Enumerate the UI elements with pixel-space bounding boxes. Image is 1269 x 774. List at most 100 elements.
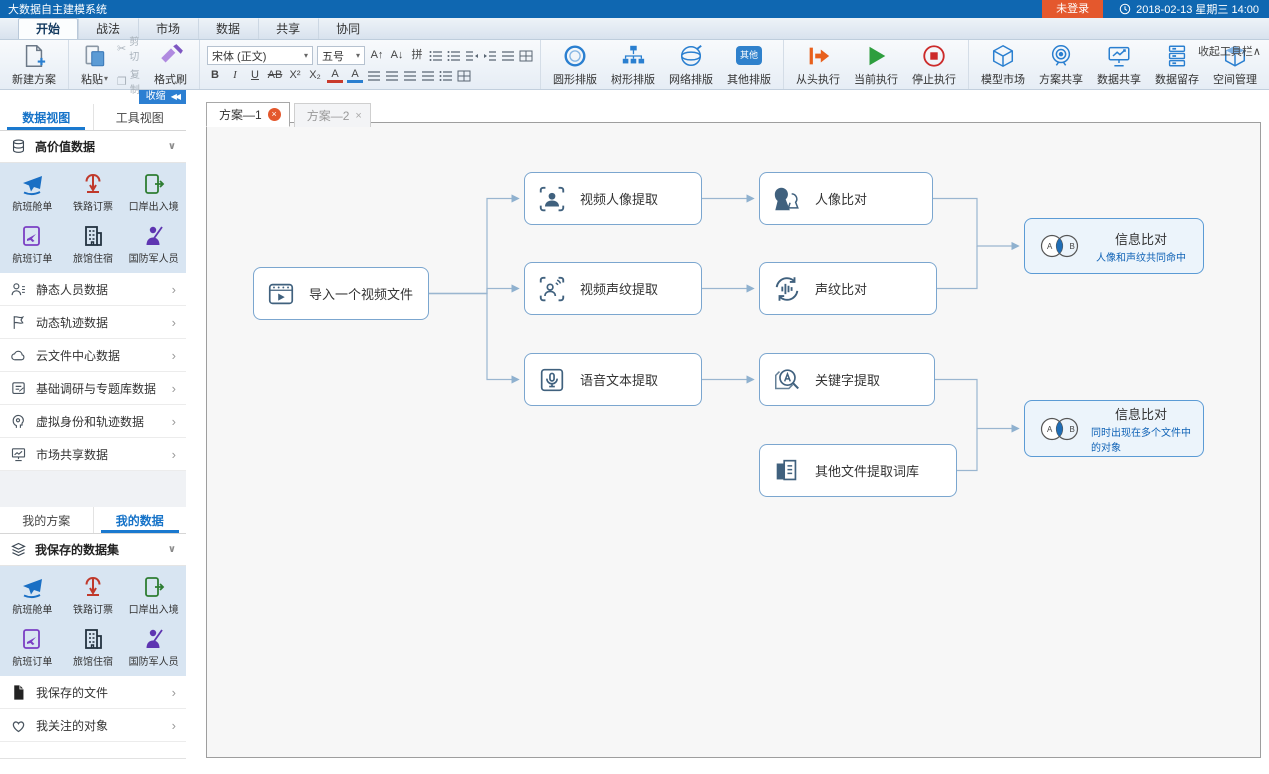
ribbon-tab-collab[interactable]: 协同: [318, 18, 378, 39]
node-face-compare[interactable]: 人像比对: [759, 172, 933, 225]
subscript-button[interactable]: X₂: [307, 68, 323, 83]
font-color-button[interactable]: A: [327, 68, 343, 83]
other-layout-button[interactable]: 其他 其他排版: [722, 42, 776, 88]
new-plan-button[interactable]: 新建方案: [7, 42, 61, 88]
section-high-value-data[interactable]: 高价值数据 ∨: [0, 131, 186, 163]
node-face-extract[interactable]: 视频人像提取: [524, 172, 702, 225]
node-other-files-lexicon[interactable]: 其他文件提取词库: [759, 444, 957, 497]
saved-dataset-grid: 航班舱单 铁路订票 口岸出入境 航班订单 旅馆住宿 国防军人员: [0, 566, 186, 676]
run-current-button[interactable]: 当前执行: [849, 42, 903, 88]
my-followed-objects[interactable]: 我关注的对象 ›: [0, 709, 186, 742]
italic-button[interactable]: I: [227, 68, 243, 83]
node-info-compare-files[interactable]: A B 信息比对 同时出现在多个文件中的对象: [1024, 400, 1204, 457]
justify-icon[interactable]: [421, 70, 435, 82]
sidebar-collapse-button[interactable]: 收缩 ◀◀: [139, 90, 186, 104]
tab-data-view[interactable]: 数据视图: [0, 104, 93, 130]
dataset-flight-manifest[interactable]: 航班舱单: [2, 166, 63, 218]
decrease-indent-icon[interactable]: [465, 50, 479, 62]
network-layout-button[interactable]: 网络排版: [664, 42, 718, 88]
tab-tool-view[interactable]: 工具视图: [93, 104, 187, 130]
saved-flight-order[interactable]: 航班订单: [2, 621, 63, 673]
bold-button[interactable]: B: [207, 68, 223, 83]
run-from-start-button[interactable]: 从头执行: [791, 42, 845, 88]
login-status-badge[interactable]: 未登录: [1042, 0, 1103, 18]
saved-hotel-stay[interactable]: 旅馆住宿: [63, 621, 124, 673]
dataset-border-entry[interactable]: 口岸出入境: [123, 166, 184, 218]
saved-rail-ticket[interactable]: 铁路订票: [63, 569, 124, 621]
category-research-data[interactable]: 基础调研与专题库数据 ›: [0, 372, 186, 405]
circle-layout-button[interactable]: 圆形排版: [548, 42, 602, 88]
node-keyword-extract[interactable]: 关键字提取: [759, 353, 935, 406]
cloud-icon: [10, 347, 27, 364]
underline-button[interactable]: U: [247, 68, 263, 83]
collapse-toolbar-button[interactable]: 收起工具栏∧: [1198, 43, 1261, 59]
sort-icon[interactable]: [501, 50, 515, 62]
align-left-icon[interactable]: [367, 70, 381, 82]
increase-indent-icon[interactable]: [483, 50, 497, 62]
paste-button[interactable]: 粘贴▾: [76, 42, 113, 88]
strikethrough-button[interactable]: AB: [267, 68, 283, 83]
plan-share-button[interactable]: 方案共享: [1034, 42, 1088, 88]
category-cloud-file-data[interactable]: 云文件中心数据 ›: [0, 339, 186, 372]
ribbon-tab-bar: 开始 战法 市场 数据 共享 协同: [0, 18, 1269, 40]
shading-color-button[interactable]: A: [347, 68, 363, 83]
ribbon-tab-data[interactable]: 数据: [198, 18, 258, 39]
format-painter-button[interactable]: 格式刷: [149, 42, 192, 88]
section-saved-datasets[interactable]: 我保存的数据集 ∨: [0, 534, 186, 566]
saved-flight-manifest[interactable]: 航班舱单: [2, 569, 63, 621]
superscript-button[interactable]: X²: [287, 68, 303, 83]
svg-text:A: A: [1047, 242, 1053, 251]
line-spacing-icon[interactable]: [439, 70, 453, 82]
dataset-hotel-stay[interactable]: 旅馆住宿: [63, 218, 124, 270]
bullet-list-icon[interactable]: [429, 50, 443, 62]
caret-down-icon: ▾: [104, 74, 108, 83]
align-right-icon[interactable]: [403, 70, 417, 82]
ribbon-tab-start[interactable]: 开始: [18, 18, 78, 39]
grow-font-button[interactable]: A↑: [369, 48, 385, 63]
numbered-list-icon[interactable]: [447, 50, 461, 62]
passport-icon: [142, 575, 166, 599]
tab-my-data[interactable]: 我的数据: [93, 507, 187, 533]
node-speech-text[interactable]: 语音文本提取: [524, 353, 702, 406]
node-voice-extract[interactable]: 视频声纹提取: [524, 262, 702, 315]
soldier-icon: [142, 627, 166, 651]
data-retention-button[interactable]: 数据留存: [1150, 42, 1204, 88]
close-tab-icon[interactable]: ×: [355, 110, 361, 122]
flow-canvas[interactable]: 导入一个视频文件 视频人像提取 人像比对 视频声纹提取 声纹比对 语音文本提取 …: [206, 122, 1261, 758]
stop-exec-button[interactable]: 停止执行: [907, 42, 961, 88]
ribbon-tab-market[interactable]: 市场: [138, 18, 198, 39]
cell-border-icon[interactable]: [457, 70, 471, 82]
copy-icon: ❐: [117, 75, 127, 88]
category-static-person-data[interactable]: 静态人员数据 ›: [0, 273, 186, 306]
saved-border-entry[interactable]: 口岸出入境: [123, 569, 184, 621]
dataset-flight-order[interactable]: 航班订单: [2, 218, 63, 270]
doc-tab-plan2[interactable]: 方案—2 ×: [294, 103, 371, 127]
border-grid-icon[interactable]: [519, 50, 533, 62]
cut-button[interactable]: ✂剪切: [117, 33, 145, 63]
datetime: 2018-02-13 星期三 14:00: [1103, 1, 1269, 17]
tab-my-plans[interactable]: 我的方案: [0, 507, 93, 533]
category-track-data[interactable]: 动态轨迹数据 ›: [0, 306, 186, 339]
data-share-button[interactable]: 数据共享: [1092, 42, 1146, 88]
align-center-icon[interactable]: [385, 70, 399, 82]
shrink-font-button[interactable]: A↓: [389, 48, 405, 63]
tree-layout-button[interactable]: 树形排版: [606, 42, 660, 88]
voice-loop-icon: [772, 274, 802, 304]
my-saved-files[interactable]: 我保存的文件 ›: [0, 676, 186, 709]
category-market-shared-data[interactable]: 市场共享数据 ›: [0, 438, 186, 471]
node-voice-compare[interactable]: 声纹比对: [759, 262, 937, 315]
saved-military-personnel[interactable]: 国防军人员: [123, 621, 184, 673]
close-tab-icon[interactable]: ×: [268, 108, 281, 121]
node-import-video[interactable]: 导入一个视频文件: [253, 267, 429, 320]
dataset-military-personnel[interactable]: 国防军人员: [123, 218, 184, 270]
dataset-rail-ticket[interactable]: 铁路订票: [63, 166, 124, 218]
font-size-select[interactable]: 五号▾: [317, 46, 365, 65]
ribbon-tab-share[interactable]: 共享: [258, 18, 318, 39]
pinyin-guide-button[interactable]: 拼: [409, 48, 425, 63]
font-family-select[interactable]: 宋体 (正文)▾: [207, 46, 313, 65]
node-info-compare-face-voice[interactable]: A B 信息比对 人像和声纹共同命中: [1024, 218, 1204, 274]
category-virtual-identity-data[interactable]: 虚拟身份和轨迹数据 ›: [0, 405, 186, 438]
model-market-button[interactable]: 模型市场: [976, 42, 1030, 88]
doc-tab-plan1[interactable]: 方案—1 ×: [206, 102, 290, 127]
ribbon-toolbar: 新建方案 粘贴▾ ✂剪切 ❐复制 格式刷 宋体 (正文)▾ 五号▾ A↑ A↓: [0, 40, 1269, 90]
